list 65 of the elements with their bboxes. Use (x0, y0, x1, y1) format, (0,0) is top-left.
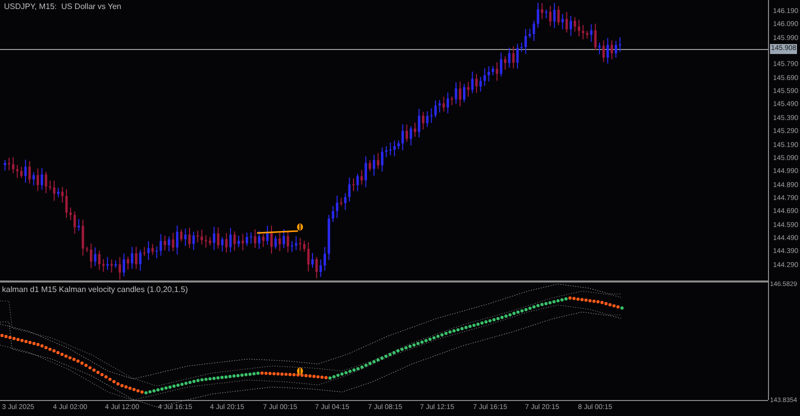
candlestick (426, 110, 428, 128)
candlestick (160, 234, 162, 256)
candlestick (463, 83, 466, 103)
candlestick (258, 230, 260, 250)
candlestick (344, 192, 346, 210)
candlestick (242, 233, 244, 251)
candlestick (484, 68, 486, 86)
candlestick (422, 111, 424, 130)
candlestick (524, 28, 527, 54)
signal-marker-icon (297, 224, 303, 230)
candlestick (282, 228, 285, 249)
candlestick (94, 246, 96, 267)
candlestick (606, 37, 609, 64)
candlestick (566, 11, 568, 33)
candlestick (139, 249, 142, 272)
candlestick (176, 224, 178, 255)
candlestick (406, 124, 408, 142)
candlestick (610, 40, 613, 60)
candlestick (278, 232, 281, 252)
candlestick (586, 30, 588, 39)
candlestick (442, 96, 445, 112)
indicator-title: kalman d1 M15 Kalman velocity candles (1.0,20,1.5) (2, 284, 188, 296)
candlestick (545, 8, 548, 19)
candlestick (488, 66, 490, 82)
chart-title: USDJPY, M15: US Dollar vs Yen (4, 1, 122, 13)
candlestick (200, 229, 203, 246)
candlestick (324, 246, 326, 272)
candlestick (340, 197, 342, 206)
candlestick (299, 237, 302, 252)
candlestick (114, 260, 117, 268)
candlestick (303, 240, 306, 252)
candlestick (385, 146, 388, 158)
candlestick (98, 250, 100, 270)
candlestick (381, 146, 384, 172)
candlestick (196, 230, 199, 243)
candlestick (78, 218, 80, 232)
candlestick (156, 246, 158, 259)
candlestick (238, 235, 240, 248)
candlestick (180, 228, 182, 242)
candlestick (118, 256, 121, 280)
candlestick (467, 82, 470, 98)
candlestick (320, 258, 322, 278)
candlestick (221, 236, 224, 252)
candlestick (262, 233, 264, 248)
candlestick (402, 124, 404, 151)
candlestick (360, 169, 363, 186)
candlestick (53, 180, 56, 202)
candlestick (135, 246, 138, 270)
candlestick (16, 164, 18, 178)
candlestick (364, 156, 367, 188)
trend-line (256, 230, 298, 234)
signal-marker-icon (297, 368, 303, 374)
candlestick (570, 15, 572, 36)
candlestick (446, 92, 449, 114)
candlestick (528, 28, 531, 39)
candlestick (12, 156, 14, 174)
candlestick (36, 168, 39, 192)
candlestick (32, 172, 35, 186)
candlestick (549, 5, 552, 27)
candlestick (508, 47, 510, 68)
candlestick (504, 56, 506, 70)
candlestick (217, 226, 220, 250)
candlestick (57, 187, 60, 198)
candlestick (74, 211, 76, 234)
candlestick (590, 24, 592, 42)
